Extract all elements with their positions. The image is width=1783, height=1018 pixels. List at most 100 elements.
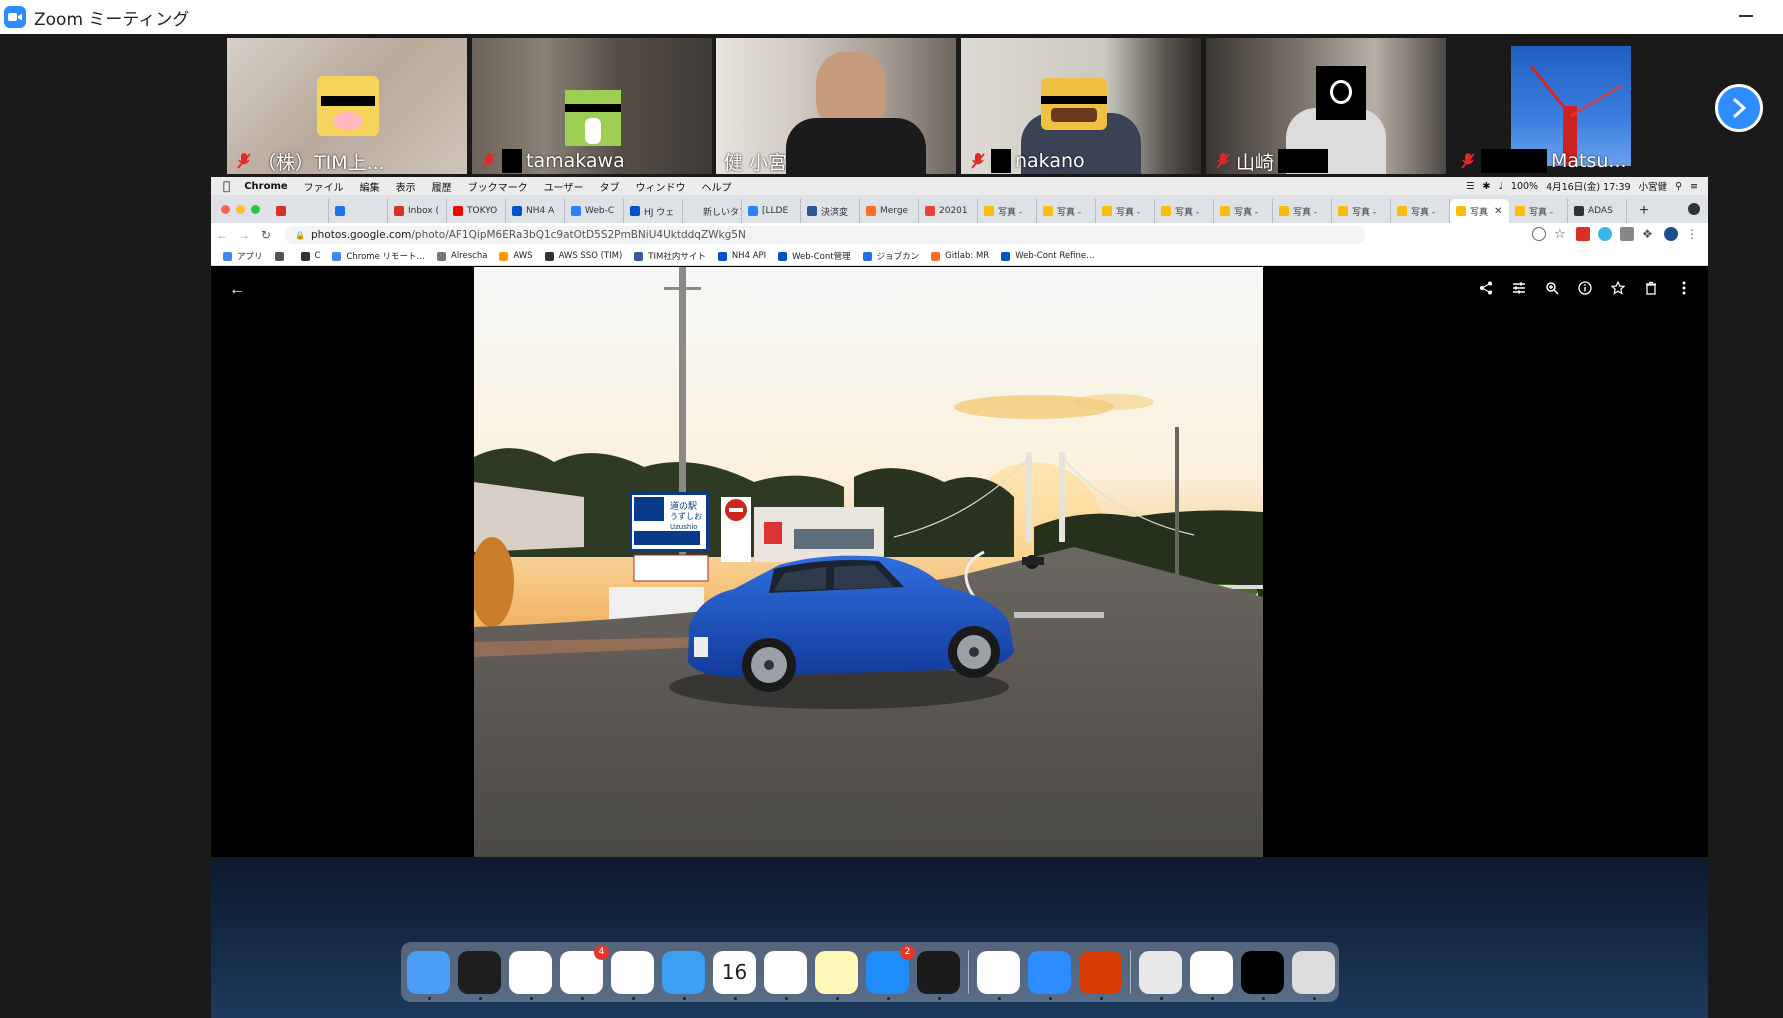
browser-tab[interactable]: HJ ウェ	[624, 199, 683, 223]
menu-user-name[interactable]: 小宮健	[1639, 179, 1668, 193]
participant-tile[interactable]: tamakawa	[472, 38, 712, 174]
volume-icon[interactable]: ♩	[1498, 181, 1502, 192]
spotlight-icon[interactable]: ⚲	[1675, 181, 1682, 192]
extension-icon[interactable]	[1598, 227, 1612, 241]
terminal-icon[interactable]	[458, 950, 501, 1000]
participant-tile[interactable]: （株）TIM上...	[227, 38, 467, 174]
browser-tab[interactable]: 新しいタブ	[683, 199, 742, 223]
participant-tile[interactable]: 山崎	[1206, 38, 1446, 174]
browser-tab[interactable]	[270, 199, 329, 223]
bookmark-item[interactable]: NH4 API	[717, 251, 766, 261]
browser-tab[interactable]: 写真 -	[1214, 199, 1273, 223]
black-window-icon[interactable]	[1241, 950, 1284, 1000]
bluetooth-icon[interactable]: ✱	[1482, 181, 1490, 192]
zoom-in-icon[interactable]	[1544, 280, 1560, 296]
extension-icon[interactable]	[1620, 227, 1634, 241]
gmail-checker-icon[interactable]	[1576, 227, 1590, 241]
favorite-star-icon[interactable]	[1610, 280, 1626, 296]
browser-tab[interactable]: 写真 -	[978, 199, 1037, 223]
bookmark-item[interactable]: ジョブカン	[862, 250, 919, 262]
puzzle-icon[interactable]: ❖	[1642, 227, 1656, 241]
participant-tile[interactable]: Matsu...	[1451, 38, 1691, 174]
trash-icon[interactable]	[1292, 950, 1335, 1000]
browser-tab[interactable]: [LLDE	[742, 199, 801, 223]
menu-clock[interactable]: 4月16日(金) 17:39	[1546, 179, 1630, 193]
browser-tab[interactable]: 写真 -	[1096, 199, 1155, 223]
browser-tab[interactable]: Web-C	[565, 199, 624, 223]
browser-tab-active[interactable]: 写真 ✕	[1450, 199, 1509, 223]
notes-icon[interactable]	[815, 950, 858, 1000]
forward-button[interactable]: →	[233, 228, 255, 242]
wifi-icon[interactable]: ☰	[1466, 181, 1475, 192]
menu-view[interactable]: 表示	[396, 179, 416, 194]
browser-tab[interactable]: 写真 -	[1509, 199, 1568, 223]
bookmark-item[interactable]: アプリ	[223, 250, 263, 262]
menu-user[interactable]: ユーザー	[544, 179, 584, 194]
close-window-button[interactable]	[221, 205, 230, 214]
back-arrow-icon[interactable]: ←	[229, 281, 245, 299]
back-button[interactable]: ←	[211, 228, 233, 242]
bookmark-item[interactable]: AWS	[499, 251, 533, 261]
zoom-icon[interactable]	[1028, 950, 1071, 1000]
bookmark-item[interactable]: TIM社内サイト	[634, 250, 706, 262]
bookmark-item[interactable]: Web-Cont Refine…	[1001, 251, 1095, 261]
more-options-icon[interactable]	[1676, 280, 1692, 296]
menu-app-name[interactable]: Chrome	[244, 181, 287, 192]
browser-tab[interactable]: Merge	[860, 199, 919, 223]
remote-desktop-icon[interactable]	[1079, 950, 1122, 1000]
browser-tab[interactable]: 写真 -	[1332, 199, 1391, 223]
menu-help[interactable]: ヘルプ	[701, 179, 731, 194]
apple-icon[interactable]: 	[223, 179, 230, 193]
menu-bookmarks[interactable]: ブックマーク	[468, 179, 528, 194]
bookmark-item[interactable]: AWS SSO (TIM)	[544, 251, 622, 261]
activity-monitor-icon[interactable]	[917, 950, 960, 1000]
menu-history[interactable]: 履歴	[432, 179, 452, 194]
menu-edit[interactable]: 編集	[360, 179, 380, 194]
menu-tab[interactable]: タブ	[599, 179, 619, 194]
new-tab-button[interactable]: +	[1633, 200, 1655, 222]
browser-tab[interactable]: TOKYO	[447, 199, 506, 223]
profile-avatar[interactable]	[1664, 227, 1678, 241]
vscode-icon[interactable]	[611, 950, 654, 1000]
browser-tab[interactable]: ADAS	[1568, 199, 1627, 223]
lens-icon[interactable]	[1532, 227, 1546, 241]
bookmark-item[interactable]	[274, 251, 289, 261]
minimize-button[interactable]	[1739, 15, 1753, 17]
tweetbot-icon[interactable]	[662, 950, 705, 1000]
bookmark-item[interactable]: Alrescha	[437, 251, 487, 261]
bookmark-item[interactable]: Gitlab: MR	[931, 251, 989, 261]
edit-adjust-icon[interactable]	[1511, 280, 1527, 296]
bookmark-star-icon[interactable]: ☆	[1554, 227, 1568, 241]
browser-tab[interactable]: 20201	[919, 199, 978, 223]
music-icon[interactable]	[764, 950, 807, 1000]
browser-tab[interactable]	[329, 199, 388, 223]
photo[interactable]: 道の駅 うずしお Uzushio	[474, 267, 1263, 857]
battery-text[interactable]: 100%	[1511, 181, 1538, 192]
browser-tab[interactable]: Inbox (	[388, 199, 447, 223]
next-page-button[interactable]	[1715, 84, 1763, 132]
eset-icon[interactable]	[977, 950, 1020, 1000]
menu-file[interactable]: ファイル	[304, 179, 344, 194]
calendar-icon[interactable]: 16	[713, 950, 756, 1000]
zoom-window-button[interactable]	[251, 205, 260, 214]
info-icon[interactable]	[1577, 280, 1593, 296]
browser-tab[interactable]: NH4 A	[506, 199, 565, 223]
menu-window[interactable]: ウィンドウ	[635, 179, 685, 194]
more-menu-icon[interactable]: ⋮	[1686, 227, 1700, 241]
finder-icon[interactable]	[407, 950, 450, 1000]
control-center-icon[interactable]: ≡	[1690, 181, 1698, 192]
browser-tab[interactable]: 写真 -	[1391, 199, 1450, 223]
participant-tile-active[interactable]: 健 小宮	[716, 38, 956, 174]
document-icon[interactable]	[1139, 950, 1182, 1000]
appstore-icon[interactable]: 2	[866, 944, 915, 1000]
bookmark-item[interactable]: Chrome リモート…	[332, 250, 425, 262]
browser-tab[interactable]: 写真 -	[1273, 199, 1332, 223]
lock-icon[interactable]: 🔒	[295, 231, 305, 240]
chrome-window-icon[interactable]	[1190, 950, 1233, 1000]
browser-tab[interactable]: 写真 -	[1037, 199, 1096, 223]
address-bar[interactable]: 🔒 photos.google.com/photo/AF1QipM6ERa3bQ…	[285, 226, 1365, 244]
close-tab-icon[interactable]: ✕	[1494, 206, 1502, 217]
share-icon[interactable]	[1478, 280, 1494, 296]
delete-icon[interactable]	[1643, 280, 1659, 296]
tab-search-icon[interactable]	[1688, 203, 1700, 215]
